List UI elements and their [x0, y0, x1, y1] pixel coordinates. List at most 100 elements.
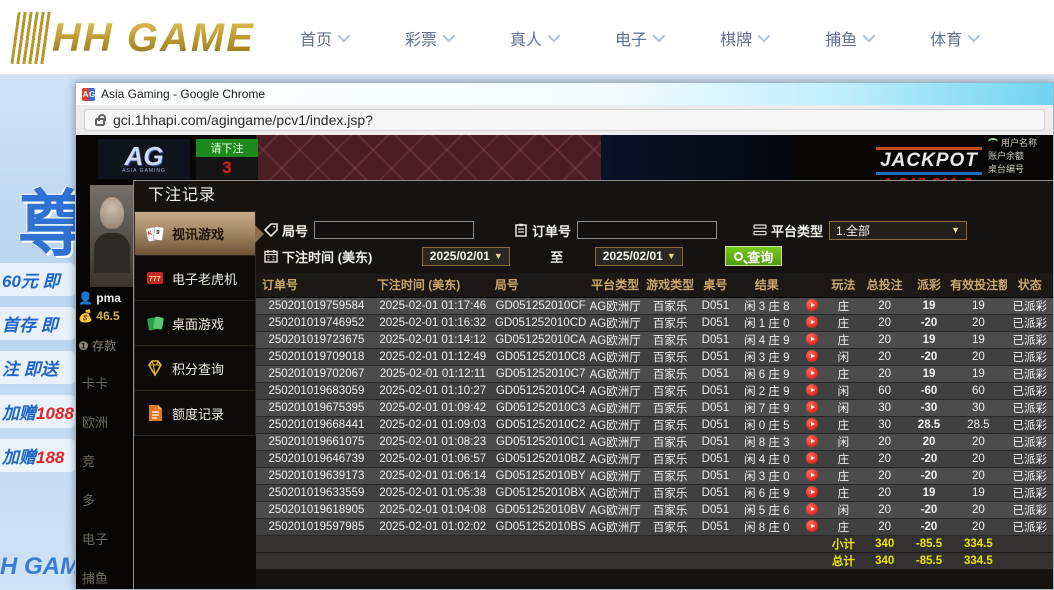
menu-item-3[interactable]: 积分查询	[134, 346, 256, 391]
menu-item-0[interactable]: K9视讯游戏	[134, 211, 256, 256]
player-info: 👤 pma 💰 46.5 ❶ 存款	[78, 291, 138, 358]
window-title: Asia Gaming - Google Chrome	[101, 87, 265, 101]
asia-gaming-favicon-icon: AG	[82, 88, 95, 101]
round-number-input[interactable]	[314, 221, 474, 239]
promo-big-char: 尊	[18, 165, 76, 270]
promo-line: 首存 即	[0, 307, 76, 340]
dark-background	[601, 135, 791, 181]
menu-item-4[interactable]: 额度记录	[134, 391, 256, 436]
site-nav: 首页 彩票 真人 电子 棋牌 捕鱼 体育	[300, 0, 977, 75]
nav-item-2[interactable]: 真人	[510, 26, 557, 50]
clipboard-icon	[514, 223, 528, 237]
order-number-input[interactable]	[577, 221, 717, 239]
bet-row: 2502010196391732025-02-01 01:06:14GD0512…	[256, 467, 1053, 484]
slot-icon: 777	[145, 268, 165, 288]
bet-row: 2502010197020672025-02-01 01:12:11GD0512…	[256, 365, 1053, 382]
game-page: AG ASIA GAMING 请下注 3 JACKPOT 1,947,211.6…	[76, 135, 1053, 589]
bet-row: 2502010195979852025-02-01 01:02:02GD0512…	[256, 518, 1053, 535]
nav-item-5[interactable]: 捕鱼	[825, 26, 872, 50]
deposit-label[interactable]: 存款	[92, 339, 116, 353]
ag-logo-text: AG	[125, 144, 164, 168]
nav-item-1[interactable]: 彩票	[405, 26, 452, 50]
countdown-label: 请下注	[196, 139, 258, 157]
menu-item-1[interactable]: 777电子老虎机	[134, 256, 256, 301]
tag-icon	[264, 223, 278, 237]
chevron-down-icon	[968, 30, 981, 43]
filter-area: 局号 订单号 平台类型 1.全部▼	[256, 211, 1053, 273]
col-header-3: 平台类型	[586, 273, 643, 297]
col-header-1: 下注时间 (美东)	[371, 273, 489, 297]
col-header-5: 桌号	[696, 273, 734, 297]
platform-type-select[interactable]: 1.全部▼	[829, 221, 967, 240]
list-icon	[753, 223, 767, 237]
chevron-down-icon	[758, 30, 771, 43]
subtotal-row: 小计340-85.5334.5	[256, 535, 1053, 552]
dealer-avatar	[90, 185, 134, 287]
nav-item-4[interactable]: 棋牌	[720, 26, 767, 50]
table-header-row: 订单号下注时间 (美东)局号平台类型游戏类型桌号结果玩法总投注派彩有效投注额状态	[256, 273, 1053, 297]
panel-menu: K9视讯游戏777电子老虎机桌面游戏积分查询额度记录	[134, 211, 256, 589]
ag-logo: AG ASIA GAMING	[98, 139, 190, 179]
lock-icon[interactable]	[95, 118, 105, 126]
calendar-icon	[264, 249, 278, 263]
replay-button[interactable]	[806, 469, 818, 481]
panel-main: 局号 订单号 平台类型 1.全部▼	[256, 211, 1053, 589]
replay-button[interactable]	[806, 299, 818, 311]
site-header: HH GAME 首页 彩票 真人 电子 棋牌 捕鱼 体育	[0, 0, 1054, 75]
replay-button[interactable]	[806, 316, 818, 328]
chrome-titlebar[interactable]: AG Asia Gaming - Google Chrome	[76, 83, 1053, 105]
table-games-icon	[145, 313, 165, 333]
svg-text:777: 777	[149, 276, 161, 283]
replay-button[interactable]	[806, 520, 818, 532]
menu-item-2[interactable]: 桌面游戏	[134, 301, 256, 346]
chevron-down-icon: ▼	[951, 225, 960, 235]
col-header-12: 状态	[1007, 273, 1053, 297]
order-number-label: 订单号	[514, 221, 571, 240]
replay-button[interactable]	[806, 503, 818, 515]
replay-button[interactable]	[806, 418, 818, 430]
nav-item-0[interactable]: 首页	[300, 26, 347, 50]
site-logo: HH GAME	[14, 8, 255, 68]
countdown-value: 3	[196, 157, 258, 181]
bet-row: 2502010196467392025-02-01 01:06:57GD0512…	[256, 450, 1053, 467]
page-url: gci.1hhapi.com/agingame/pcv1/index.jsp?	[113, 112, 373, 128]
date-to-picker[interactable]: 2025/02/01▼	[595, 247, 683, 266]
date-from-picker[interactable]: 2025/02/01▼	[422, 247, 510, 266]
replay-button[interactable]	[806, 367, 818, 379]
platform-type-label: 平台类型	[753, 221, 823, 240]
replay-button[interactable]	[806, 486, 818, 498]
col-header-7	[799, 273, 825, 297]
promo-line: 注 即送	[0, 351, 76, 384]
bet-row: 2502010196335592025-02-01 01:05:38GD0512…	[256, 484, 1053, 501]
col-header-2: 局号	[489, 273, 587, 297]
replay-button[interactable]	[806, 350, 818, 362]
bet-records-panel: 下注记录 K9视讯游戏777电子老虎机桌面游戏积分查询额度记录 局号 订单号	[133, 180, 1053, 589]
search-button[interactable]: 查询	[725, 246, 782, 266]
nav-item-3[interactable]: 电子	[615, 26, 662, 50]
replay-button[interactable]	[806, 435, 818, 447]
promo-banner: 尊 60元 即首存 即注 即送加赠1088加赠188 H GAM	[0, 75, 76, 590]
nav-item-6[interactable]: 体育	[930, 26, 977, 50]
replay-button[interactable]	[806, 384, 818, 396]
bet-row: 2502010197595842025-02-01 01:17:46GD0512…	[256, 297, 1053, 314]
chevron-down-icon	[653, 30, 666, 43]
bet-row: 2502010197469522025-02-01 01:16:32GD0512…	[256, 314, 1053, 331]
col-header-8: 玩法	[825, 273, 861, 297]
site-logo-text: HH GAME	[52, 16, 255, 61]
col-header-6: 结果	[735, 273, 799, 297]
address-bar[interactable]: gci.1hhapi.com/agingame/pcv1/index.jsp?	[84, 109, 1045, 131]
bet-row: 2502010196189052025-02-01 01:04:08GD0512…	[256, 501, 1053, 518]
chevron-down-icon	[863, 30, 876, 43]
promo-line: 60元 即	[0, 263, 76, 296]
replay-button[interactable]	[806, 401, 818, 413]
baccarat-table-background	[256, 135, 601, 181]
replay-button[interactable]	[806, 452, 818, 464]
bet-row: 2502010196610752025-02-01 01:08:23GD0512…	[256, 433, 1053, 450]
date-range-to-label: 至	[550, 247, 563, 266]
account-info: 用户名称 账户余额 桌台编号	[988, 137, 1053, 176]
grand-total-row: 总计340-85.5334.5	[256, 552, 1053, 569]
bet-table-body: 2502010197595842025-02-01 01:17:46GD0512…	[256, 297, 1053, 569]
col-header-11: 有效投注额	[950, 273, 1006, 297]
replay-button[interactable]	[806, 333, 818, 345]
jackpot-label: JACKPOT	[876, 147, 982, 175]
